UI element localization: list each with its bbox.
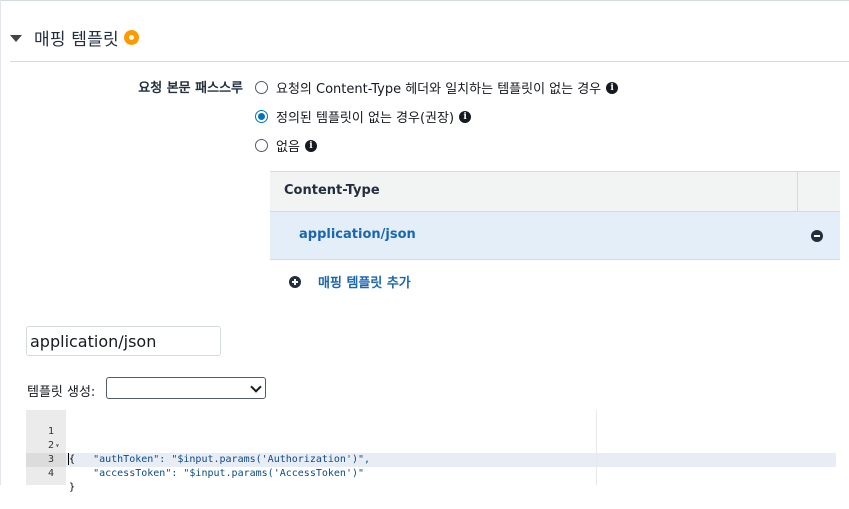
info-icon[interactable]: i: [304, 139, 317, 152]
status-indicator-icon: [123, 29, 139, 45]
radio-button[interactable]: [255, 81, 268, 94]
left-border: [0, 0, 1, 485]
chevron-down-icon: [250, 381, 262, 393]
column-header-content-type: Content-Type: [284, 183, 380, 198]
code-line[interactable]: 2 "authToken": "$input.params('Authoriza…: [26, 425, 370, 465]
content-type-table: Content-Type application/json: [270, 171, 840, 260]
column-divider: [797, 172, 798, 211]
add-mapping-template-button[interactable]: 매핑 템플릿 추가: [289, 272, 411, 291]
table-header: Content-Type: [270, 171, 840, 212]
table-row[interactable]: application/json: [270, 212, 840, 259]
add-circle-icon[interactable]: [289, 275, 301, 288]
line-number: 4: [47, 468, 54, 479]
add-mapping-template-label[interactable]: 매핑 템플릿 추가: [318, 272, 411, 291]
option-label: 정의된 템플릿이 없는 경우(권장): [276, 111, 455, 126]
info-icon[interactable]: i: [606, 81, 619, 94]
section-title: 매핑 템플릿: [34, 29, 119, 50]
section-divider: [10, 61, 849, 62]
passthrough-option-when-no-templates[interactable]: 정의된 템플릿이 없는 경우(권장) i: [255, 107, 472, 126]
passthrough-label: 요청 본문 패스스루: [138, 81, 243, 96]
code-line[interactable]: 1 ▾ {: [26, 411, 75, 465]
option-label: 요청의 Content-Type 헤더와 일치하는 템플릿이 없는 경우: [276, 82, 602, 97]
fold-arrow-icon[interactable]: ▾: [55, 439, 60, 453]
radio-button-selected[interactable]: [255, 110, 268, 123]
content-type-input[interactable]: [26, 326, 221, 356]
code-text: }: [69, 482, 76, 493]
code-editor[interactable]: 1 ▾ { 2 "authToken": "$input.params('Aut…: [26, 410, 836, 493]
code-text: "authToken": "$input.params('Authorizati…: [69, 454, 371, 465]
top-divider: [0, 0, 849, 1]
option-label: 없음: [276, 140, 300, 155]
mapping-templates-toggle[interactable]: 매핑 템플릿: [10, 22, 139, 52]
code-line[interactable]: 4 }: [26, 453, 75, 493]
passthrough-option-when-no-match[interactable]: 요청의 Content-Type 헤더와 일치하는 템플릿이 없는 경우 i: [255, 78, 619, 97]
generate-template-select[interactable]: [106, 377, 266, 399]
caret-down-icon: [10, 34, 22, 42]
generate-template-label: 템플릿 생성:: [27, 385, 96, 400]
radio-button[interactable]: [255, 139, 268, 152]
passthrough-option-never[interactable]: 없음 i: [255, 136, 317, 155]
code-text: "accessToken": "$input.params('AccessTok…: [69, 468, 365, 479]
code-line[interactable]: 3 "accessToken": "$input.params('AccessT…: [26, 439, 364, 479]
content-type-value[interactable]: application/json: [299, 227, 416, 242]
info-icon[interactable]: i: [459, 110, 472, 123]
remove-circle-icon[interactable]: [811, 230, 823, 242]
print-margin: [596, 410, 597, 485]
